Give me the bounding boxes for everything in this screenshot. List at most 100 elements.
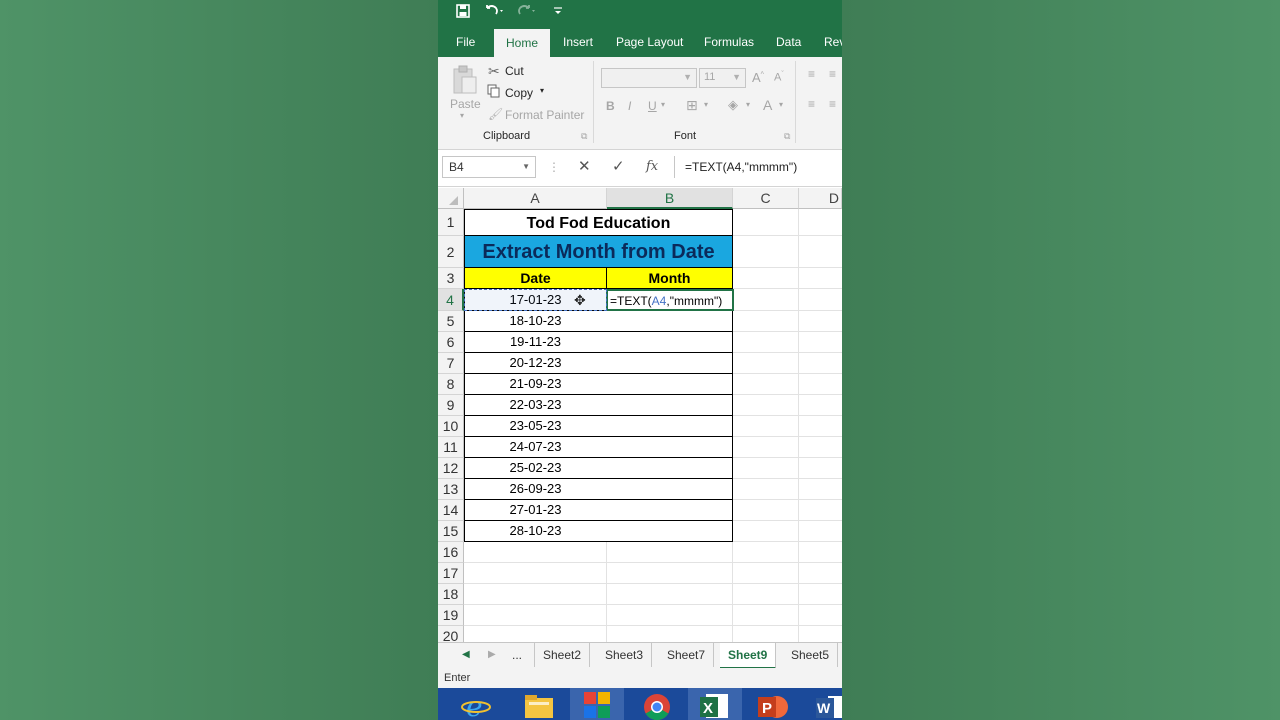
tab-review[interactable]: Rev xyxy=(824,28,842,57)
month-cell[interactable] xyxy=(606,500,733,521)
row-header-8[interactable]: 8 xyxy=(438,374,464,395)
date-cell[interactable]: 21-09-23 xyxy=(464,374,607,395)
month-cell[interactable] xyxy=(606,521,733,542)
month-cell[interactable] xyxy=(606,416,733,437)
month-cell[interactable] xyxy=(606,458,733,479)
date-cell[interactable]: 20-12-23 xyxy=(464,353,607,374)
month-cell[interactable] xyxy=(606,353,733,374)
font-name-combo[interactable]: ▼ xyxy=(601,68,697,88)
sheet-tab-sheet3[interactable]: Sheet3 xyxy=(597,643,653,667)
row-header-3[interactable]: 3 xyxy=(438,268,464,289)
row-header-12[interactable]: 12 xyxy=(438,458,464,479)
clipboard-launcher-icon[interactable]: ⧉ xyxy=(581,131,587,142)
tab-data[interactable]: Data xyxy=(776,28,801,57)
column-header-b[interactable]: B xyxy=(607,188,733,209)
row-header-4[interactable]: 4 xyxy=(438,289,464,311)
sheet-tab-sheet5[interactable]: Sheet5 xyxy=(783,643,839,667)
underline-dropdown-icon[interactable]: ▾ xyxy=(661,100,665,109)
file-explorer-icon[interactable] xyxy=(512,688,566,720)
sheet-tab-sheet9[interactable]: Sheet9 xyxy=(720,643,777,669)
row-header-1[interactable]: 1 xyxy=(438,209,464,236)
format-painter-button[interactable]: Format Painter xyxy=(505,108,584,122)
month-cell[interactable] xyxy=(606,332,733,353)
row-header-19[interactable]: 19 xyxy=(438,605,464,626)
excel-icon[interactable]: X xyxy=(688,688,742,720)
month-cell[interactable] xyxy=(606,437,733,458)
tab-insert[interactable]: Insert xyxy=(563,28,593,57)
sheet-tab-more[interactable]: ... xyxy=(504,643,530,667)
italic-button[interactable]: I xyxy=(628,99,631,113)
borders-dropdown-icon[interactable]: ▾ xyxy=(704,100,708,109)
sheet-tab-sheet2[interactable]: Sheet2 xyxy=(534,643,591,667)
tab-file[interactable]: File xyxy=(456,28,475,57)
dropdown-arrow-icon[interactable] xyxy=(552,4,564,22)
tab-formulas[interactable]: Formulas xyxy=(704,28,754,57)
date-cell[interactable]: 18-10-23 xyxy=(464,311,607,332)
align-center-icon[interactable]: ≡ xyxy=(829,97,836,111)
date-cell[interactable]: 22-03-23 xyxy=(464,395,607,416)
row-header-7[interactable]: 7 xyxy=(438,353,464,374)
column-header-a[interactable]: A xyxy=(464,188,607,209)
date-cell[interactable]: 24-07-23 xyxy=(464,437,607,458)
decrease-font-icon[interactable]: Aˇ xyxy=(774,71,784,84)
row-header-9[interactable]: 9 xyxy=(438,395,464,416)
row-header-6[interactable]: 6 xyxy=(438,332,464,353)
date-cell[interactable]: 26-09-23 xyxy=(464,479,607,500)
internet-explorer-icon[interactable]: e xyxy=(454,688,508,720)
align-middle-icon[interactable]: ≡ xyxy=(829,67,836,81)
borders-icon[interactable]: ⊞ xyxy=(686,97,698,114)
month-cell[interactable] xyxy=(606,374,733,395)
cut-button[interactable]: Cut xyxy=(505,64,524,78)
tab-page-layout[interactable]: Page Layout xyxy=(616,28,683,57)
office-apps-icon[interactable] xyxy=(570,688,624,720)
month-cell[interactable] xyxy=(606,395,733,416)
align-top-icon[interactable]: ≡ xyxy=(808,67,815,81)
date-cell[interactable]: 27-01-23 xyxy=(464,500,607,521)
fill-color-dropdown-icon[interactable]: ▾ xyxy=(746,100,750,109)
row-header-15[interactable]: 15 xyxy=(438,521,464,542)
align-left-icon[interactable]: ≡ xyxy=(808,97,815,111)
row-header-18[interactable]: 18 xyxy=(438,584,464,605)
title-cell[interactable]: Tod Fod Education xyxy=(464,209,733,236)
row-header-14[interactable]: 14 xyxy=(438,500,464,521)
row-header-13[interactable]: 13 xyxy=(438,479,464,500)
powerpoint-icon[interactable]: P xyxy=(746,688,800,720)
row-header-2[interactable]: 2 xyxy=(438,236,464,268)
paste-icon[interactable] xyxy=(452,65,478,100)
date-cell[interactable]: 23-05-23 xyxy=(464,416,607,437)
formula-input[interactable]: =TEXT(A4,"mmmm") xyxy=(674,156,842,178)
chrome-icon[interactable] xyxy=(630,688,684,720)
date-cell[interactable]: 19-11-23 xyxy=(464,332,607,353)
tab-home[interactable]: Home xyxy=(494,29,551,57)
scroll-right-icon[interactable]: ▶ xyxy=(480,643,504,667)
insert-function-icon[interactable]: fx xyxy=(646,158,658,176)
font-color-dropdown-icon[interactable]: ▾ xyxy=(779,100,783,109)
paste-arrow-icon[interactable]: ▾ xyxy=(460,111,464,120)
name-box[interactable]: B4 ▼ xyxy=(442,156,536,178)
enter-icon[interactable]: ✓ xyxy=(612,158,625,176)
sheet-tab-sheet7[interactable]: Sheet7 xyxy=(659,643,715,667)
column-header-d[interactable]: D xyxy=(799,188,842,209)
font-color-icon[interactable]: A xyxy=(763,97,772,113)
copy-dropdown-icon[interactable]: ▾ xyxy=(540,86,544,95)
chevron-down-icon[interactable]: ▼ xyxy=(522,157,530,177)
row-header-10[interactable]: 10 xyxy=(438,416,464,437)
cancel-icon[interactable]: ✕ xyxy=(578,158,591,176)
fill-color-icon[interactable]: ◈ xyxy=(728,97,738,113)
undo-icon[interactable] xyxy=(484,4,506,22)
row-header-16[interactable]: 16 xyxy=(438,542,464,563)
paste-label[interactable]: Paste xyxy=(450,97,481,111)
date-cell[interactable]: 28-10-23 xyxy=(464,521,607,542)
redo-icon[interactable] xyxy=(516,4,538,22)
month-cell[interactable] xyxy=(606,479,733,500)
row-header-11[interactable]: 11 xyxy=(438,437,464,458)
date-cell[interactable]: 25-02-23 xyxy=(464,458,607,479)
copy-button[interactable]: Copy xyxy=(505,86,533,100)
month-cell[interactable] xyxy=(606,311,733,332)
bold-button[interactable]: B xyxy=(606,99,615,113)
row-header-5[interactable]: 5 xyxy=(438,311,464,332)
row-header-17[interactable]: 17 xyxy=(438,563,464,584)
word-icon[interactable]: W xyxy=(804,688,842,720)
date-header-cell[interactable]: Date xyxy=(464,268,607,289)
column-header-c[interactable]: C xyxy=(733,188,799,209)
